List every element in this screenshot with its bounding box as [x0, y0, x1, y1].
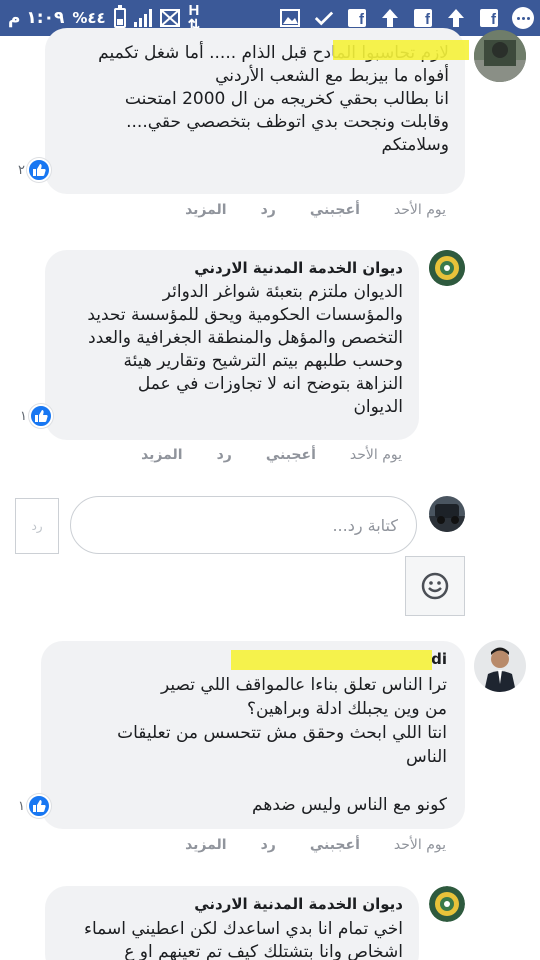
- send-button[interactable]: رد: [15, 498, 59, 554]
- more-button[interactable]: المزيد: [185, 202, 227, 218]
- tree-icon: [380, 8, 400, 28]
- avatar[interactable]: [429, 886, 465, 922]
- comment-text: اخي تمام انا بدي اساعدك لكن اعطيني اسماء…: [83, 919, 403, 960]
- thumbs-up-icon: [26, 794, 51, 818]
- comment-actions: يوم الأحد أعجبني رد المزيد: [141, 447, 402, 463]
- image-icon: [280, 8, 300, 28]
- more-icon: [512, 7, 534, 29]
- avatar[interactable]: [474, 30, 526, 82]
- comment-author[interactable]: ديوان الخدمة المدنية الاردني: [57, 258, 403, 278]
- facebook-icon: f: [480, 9, 498, 27]
- avatar: [429, 496, 465, 532]
- comment-time: يوم الأحد: [393, 202, 446, 218]
- like-button[interactable]: أعجبني: [310, 837, 360, 853]
- reply-button[interactable]: رد: [261, 837, 276, 853]
- thumbs-up-icon: [28, 404, 53, 428]
- like-button[interactable]: أعجبني: [310, 202, 360, 218]
- signal-icon: [133, 9, 152, 27]
- like-count[interactable]: ١: [20, 404, 53, 428]
- more-button[interactable]: المزيد: [185, 837, 227, 853]
- facebook-icon: f: [348, 9, 366, 27]
- comment-time: يوم الأحد: [349, 447, 402, 463]
- check-icon: [314, 8, 334, 28]
- battery-percent: %٤٤: [72, 9, 106, 27]
- like-count[interactable]: ١: [18, 794, 51, 818]
- redaction-mark: [231, 650, 432, 670]
- battery-icon: [113, 5, 126, 28]
- like-button[interactable]: أعجبني: [266, 447, 316, 463]
- tree-icon: [446, 8, 466, 28]
- reply-input[interactable]: كتابة رد...: [70, 496, 417, 554]
- more-button[interactable]: المزيد: [141, 447, 183, 463]
- avatar[interactable]: [429, 250, 465, 286]
- comment-text: الديوان ملتزم بتعبئة شواغر الدوائر والمؤ…: [87, 282, 403, 417]
- comment-bubble: ديوان الخدمة المدنية الاردني الديوان ملت…: [45, 250, 419, 440]
- comment-author[interactable]: ديوان الخدمة المدنية الاردني: [57, 894, 403, 914]
- like-count[interactable]: ٢: [18, 158, 51, 182]
- comment-text: ترا الناس تعلق بناءا عالمواقف اللي تصير …: [117, 675, 447, 815]
- comment-bubble: ديوان الخدمة المدنية الاردني اخي تمام ان…: [45, 886, 419, 960]
- reply-button[interactable]: رد: [261, 202, 276, 218]
- reply-button[interactable]: رد: [217, 447, 232, 463]
- comment-actions: يوم الأحد أعجبني رد المزيد: [185, 202, 446, 218]
- emoji-button[interactable]: [405, 556, 465, 616]
- clock: ١:٠٩ م: [8, 8, 65, 28]
- avatar[interactable]: [474, 640, 526, 692]
- message-icon: [159, 8, 180, 28]
- redaction-mark: [333, 40, 469, 60]
- smiley-icon: [421, 572, 449, 600]
- comment-time: يوم الأحد: [393, 837, 446, 853]
- comment-actions: يوم الأحد أعجبني رد المزيد: [185, 837, 446, 853]
- facebook-icon: f: [414, 9, 432, 27]
- thumbs-up-icon: [26, 158, 51, 182]
